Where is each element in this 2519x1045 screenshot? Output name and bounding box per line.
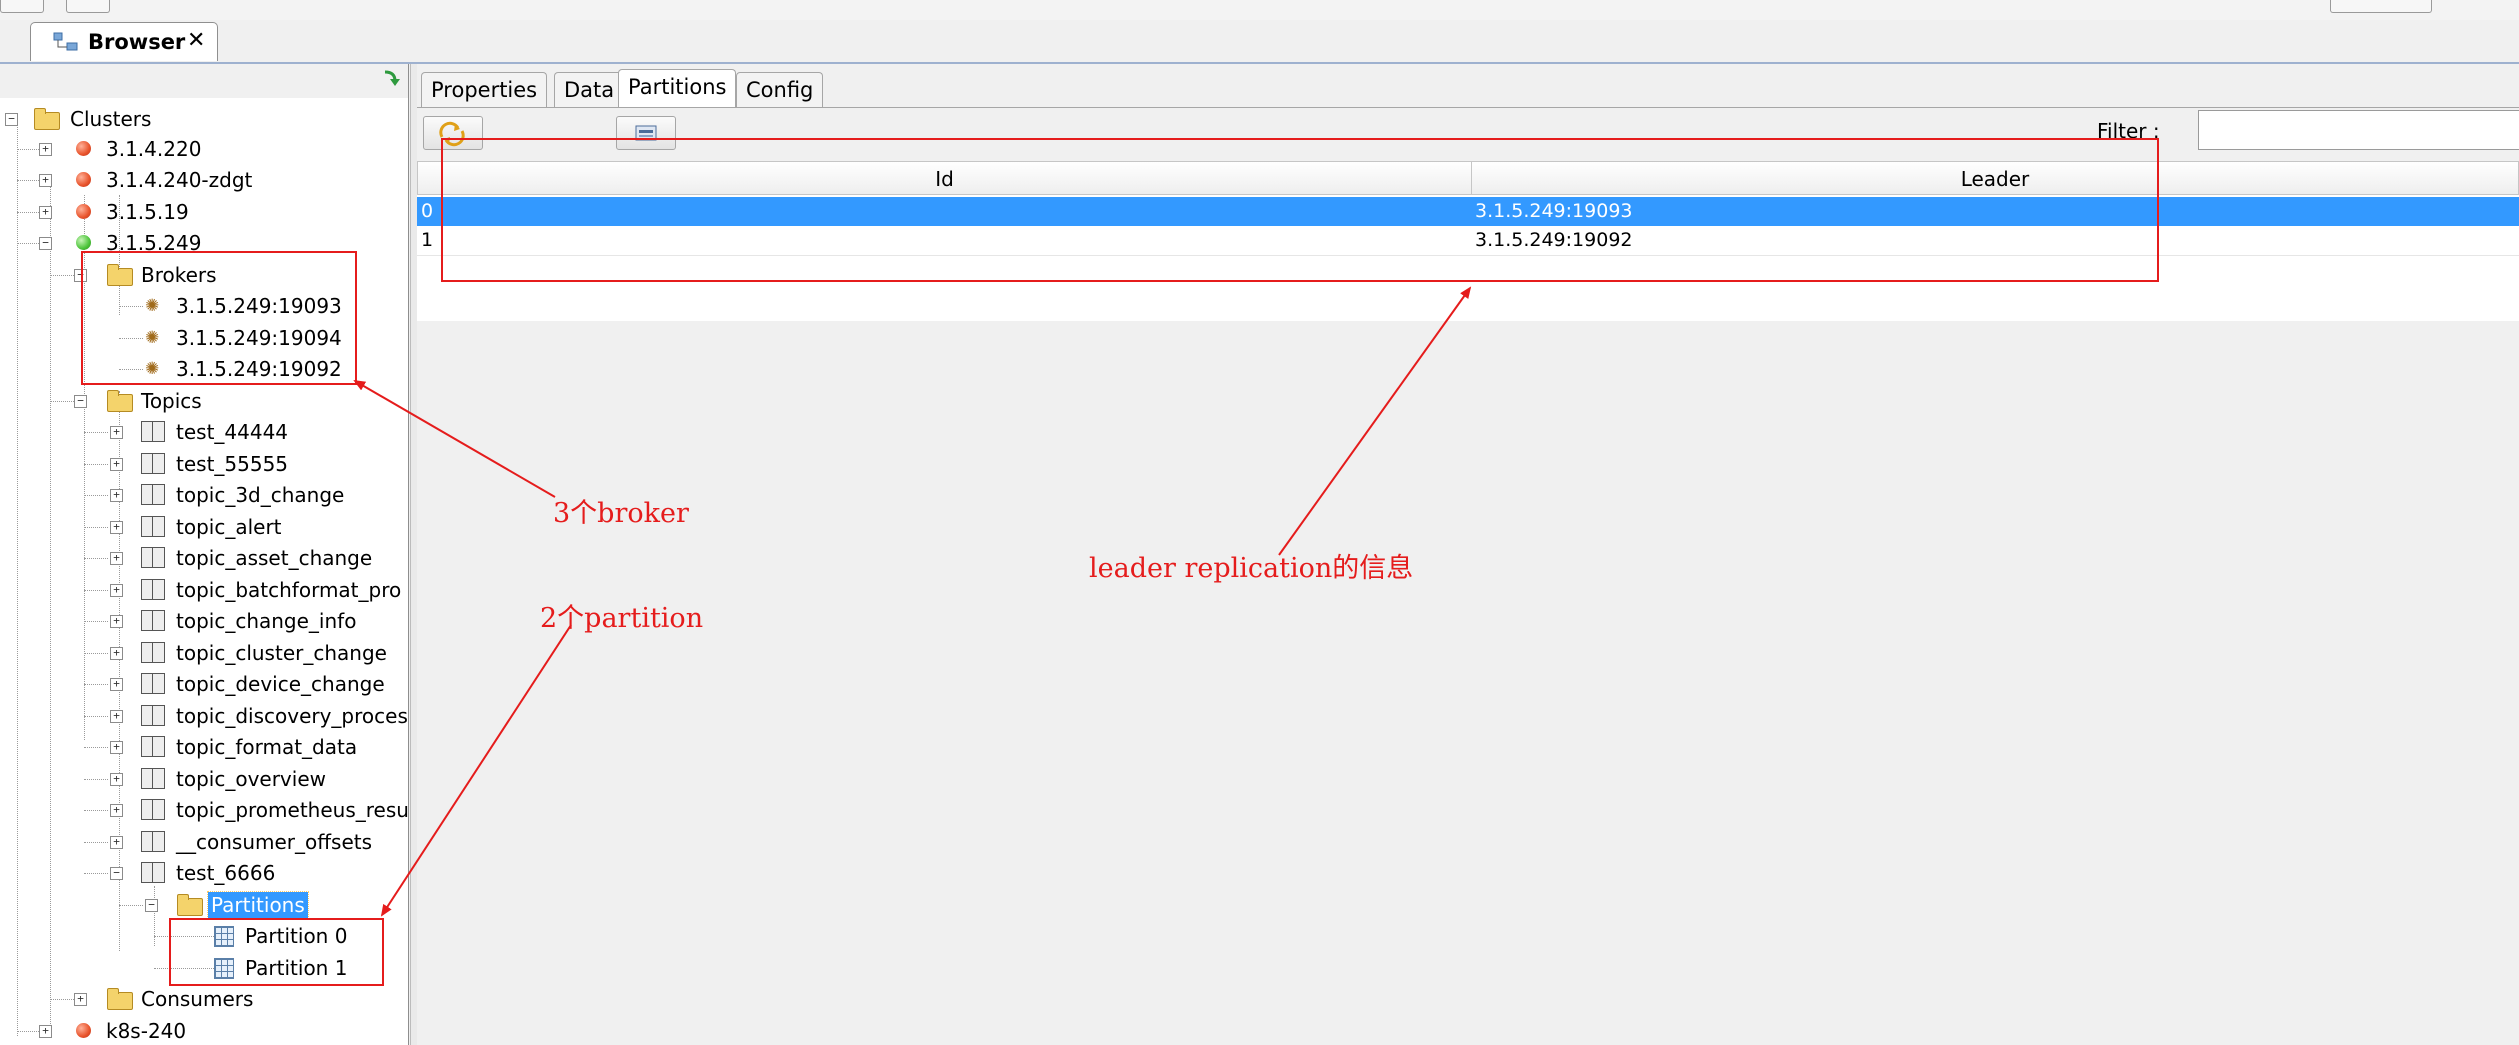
annotation-arrows [353, 286, 1472, 917]
brokers-annotation: 3个broker [553, 498, 689, 529]
leader-annotation: leader replication的信息 [1089, 553, 1414, 584]
partitions-annotation: 2个partition [540, 603, 704, 634]
